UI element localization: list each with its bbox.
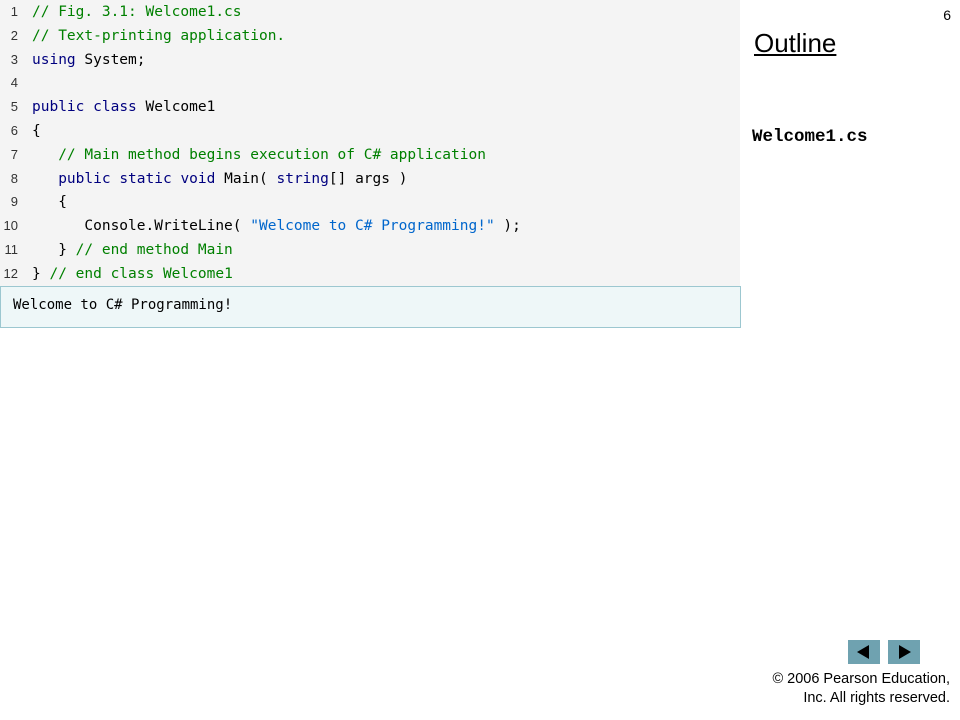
code-line: 9 { (0, 190, 740, 214)
line-number: 3 (10, 51, 18, 67)
source-filename: Welcome1.cs (752, 127, 868, 147)
code-text: // Main method begins execution of C# ap… (32, 143, 486, 167)
triangle-left-icon (857, 645, 869, 659)
code-line: 12} // end class Welcome1 (0, 262, 740, 286)
code-line: 2 // Text-printing application. (0, 24, 740, 48)
code-line: 10 Console.WriteLine( "Welcome to C# Pro… (0, 214, 740, 238)
line-number: 9 (10, 194, 18, 210)
code-text: public class Welcome1 (32, 95, 215, 119)
console-output-text: Welcome to C# Programming! (13, 297, 233, 313)
code-token: Welcome1 (136, 99, 216, 116)
copyright-line-1: © 2006 Pearson Education, (772, 671, 950, 687)
code-token: System; (75, 51, 146, 68)
line-number: 7 (10, 146, 18, 162)
code-line: 11 } // end method Main (0, 238, 740, 262)
previous-slide-button[interactable] (848, 640, 880, 664)
code-token: // Text-printing application. (32, 27, 286, 44)
code-line: 4 (0, 71, 740, 95)
code-token: { (32, 194, 67, 211)
code-token: // end method Main (75, 242, 233, 258)
code-token: public (32, 99, 85, 116)
code-text: { (32, 119, 41, 143)
line-number: 10 (3, 218, 18, 234)
slide-number: 6 (943, 7, 951, 23)
outline-link[interactable]: Outline (754, 28, 836, 59)
code-token: using (32, 51, 76, 68)
code-token: // Fig. 3.1: Welcome1.cs (32, 4, 242, 20)
copyright-line-2: Inc. All rights reserved. (803, 690, 950, 706)
code-token: // Main method begins execution of C# ap… (32, 146, 486, 163)
code-token: void (180, 170, 216, 187)
code-token: ); (494, 218, 521, 235)
line-number: 1 (10, 4, 18, 19)
code-token: Main( (215, 170, 277, 187)
code-line: 1 // Fig. 3.1: Welcome1.cs (0, 0, 740, 24)
code-token: public (58, 170, 111, 187)
line-number: 5 (10, 99, 18, 115)
triangle-right-icon (899, 645, 911, 659)
code-token: } (32, 242, 76, 258)
line-number: 2 (10, 27, 18, 43)
next-slide-button[interactable] (888, 640, 920, 664)
line-number: 4 (10, 75, 18, 91)
code-text: // Fig. 3.1: Welcome1.cs (32, 0, 242, 24)
code-line: 3 using System; (0, 48, 740, 72)
line-number: 6 (10, 123, 18, 138)
code-text: // Text-printing application. (32, 24, 285, 48)
code-token: "Welcome to C# Programming!" (250, 218, 495, 235)
line-number: 12 (3, 265, 18, 281)
line-number: 11 (4, 242, 19, 257)
code-text: using System; (32, 48, 146, 72)
code-text: { (32, 190, 67, 214)
code-listing: 1 // Fig. 3.1: Welcome1.cs 2 // Text-printi… (0, 0, 740, 286)
code-token: string (276, 170, 329, 187)
copyright-footer: © 2006 Pearson Education, Inc. All right… (772, 670, 950, 708)
code-token: class (93, 99, 137, 116)
code-token: } (32, 265, 50, 282)
code-token: { (32, 123, 41, 139)
code-line: 7 // Main method begins execution of C# … (0, 143, 740, 167)
code-token: [] args ) (328, 170, 408, 187)
code-text: } // end method Main (32, 238, 233, 262)
code-text: } // end class Welcome1 (32, 262, 233, 286)
code-token: static (119, 170, 172, 187)
code-line: 8 public static void Main( string[] args… (0, 167, 740, 191)
code-line: 6{ (0, 119, 740, 143)
code-line: 5 public class Welcome1 (0, 95, 740, 119)
console-output-panel: Welcome to C# Programming! (0, 286, 741, 328)
code-text: Console.WriteLine( "Welcome to C# Progra… (32, 214, 521, 238)
code-text: public static void Main( string[] args ) (32, 167, 407, 191)
line-number: 8 (10, 170, 18, 186)
code-token: Console.WriteLine( (32, 218, 251, 235)
code-token: // end class Welcome1 (49, 265, 233, 282)
